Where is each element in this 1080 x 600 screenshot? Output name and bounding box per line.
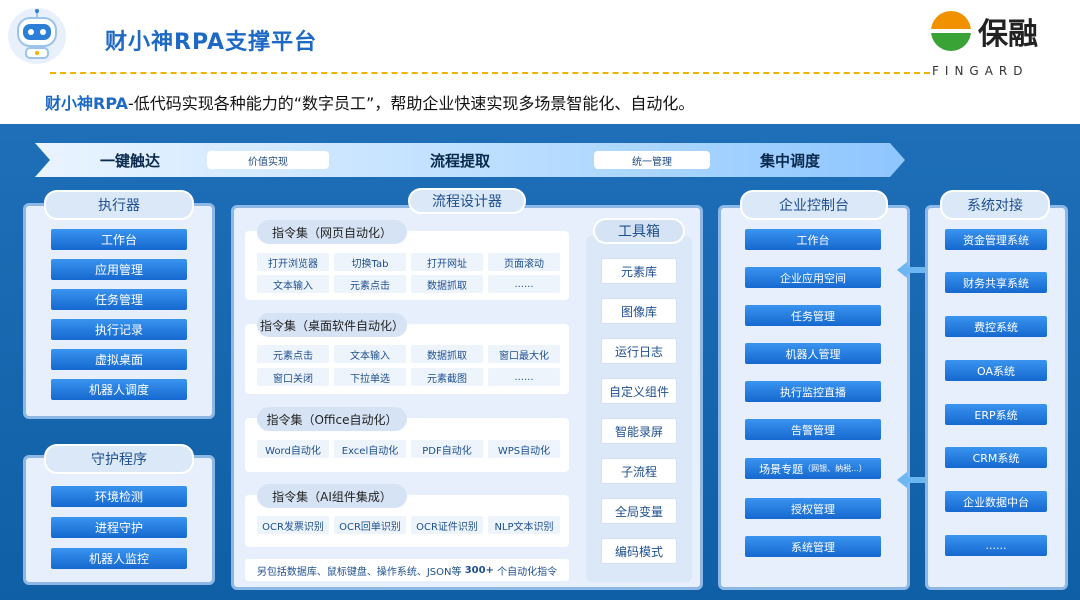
toolbox-item[interactable]: 子流程 (601, 458, 677, 484)
console-item[interactable]: 系统管理 (745, 536, 881, 557)
instruction-item[interactable]: 文本输入 (334, 345, 406, 363)
console-item[interactable]: 授权管理 (745, 498, 881, 519)
system-item[interactable]: ...... (945, 535, 1047, 556)
instruction-item[interactable]: ...... (488, 368, 560, 386)
brand-name-en: FINGARD (932, 64, 1029, 78)
subtitle-highlight: 财小神RPA (45, 94, 128, 113)
page-title: 财小神RPA支撑平台 (105, 30, 318, 55)
system-item[interactable]: 财务共享系统 (945, 272, 1047, 293)
group-header: 指令集（AI组件集成） (257, 484, 407, 508)
header-divider (50, 72, 930, 74)
fingard-logo-icon (930, 10, 972, 52)
toolbox-title: 工具箱 (593, 218, 685, 244)
connector-value: 价值实现 (207, 151, 329, 169)
executor-item[interactable]: 虚拟桌面 (51, 349, 187, 370)
console-item[interactable]: 告警管理 (745, 419, 881, 440)
instruction-item[interactable]: Excel自动化 (334, 440, 406, 458)
instruction-item[interactable]: 元素截图 (411, 368, 483, 386)
system-item[interactable]: ERP系统 (945, 404, 1047, 425)
console-item[interactable]: 工作台 (745, 229, 881, 250)
instruction-item[interactable]: 元素点击 (334, 275, 406, 293)
console-item[interactable]: 执行监控直播 (745, 381, 881, 402)
instruction-item[interactable]: OCR回单识别 (334, 516, 406, 534)
group-prefix: 指令集 (259, 318, 296, 333)
scene-label: 场景专题 (759, 462, 804, 476)
system-item[interactable]: OA系统 (945, 360, 1047, 381)
footer-text: 另包括数据库、鼠标键盘、操作系统、JSON等 (256, 566, 462, 578)
footer-suffix: 个自动化指令 (497, 566, 558, 578)
guardian-item[interactable]: 机器人监控 (51, 548, 187, 569)
toolbox-item[interactable]: 全局变量 (601, 498, 677, 524)
console-item[interactable]: 企业应用空间 (745, 267, 881, 288)
toolbox-item[interactable]: 运行日志 (601, 338, 677, 364)
instruction-item[interactable]: NLP文本识别 (488, 516, 560, 534)
toolbox-item[interactable]: 编码模式 (601, 538, 677, 564)
console-item[interactable]: 任务管理 (745, 305, 881, 326)
guardian-item[interactable]: 环境检测 (51, 486, 187, 507)
instruction-item[interactable]: Word自动化 (257, 440, 329, 458)
console-item[interactable]: 机器人管理 (745, 343, 881, 364)
toolbox-item[interactable]: 元素库 (601, 258, 677, 284)
scene-note: （网银、纳税...） (803, 464, 867, 473)
instruction-item[interactable]: OCR证件识别 (411, 516, 483, 534)
group-header: 指令集（网页自动化） (257, 220, 407, 244)
group-prefix: 指令集 (266, 412, 303, 427)
stage-process-extract: 流程提取 (429, 151, 490, 170)
group-header: 指令集（桌面软件自动化） (257, 313, 407, 337)
executor-item[interactable]: 应用管理 (51, 259, 187, 280)
console-item-scene[interactable]: 场景专题 （网银、纳税...） (745, 458, 881, 479)
group-title: 桌面软件自动化 (308, 318, 393, 333)
systems-panel (925, 205, 1068, 590)
guardian-title: 守护程序 (44, 444, 194, 474)
stage-central-dispatch: 集中调度 (759, 151, 820, 170)
robot-icon (6, 6, 68, 66)
executor-item[interactable]: 工作台 (51, 229, 187, 250)
executor-item[interactable]: 机器人调度 (51, 379, 187, 400)
instruction-item[interactable]: 切换Tab (334, 253, 406, 271)
group-title: 网页自动化 (320, 225, 381, 240)
system-item[interactable]: 资金管理系统 (945, 229, 1047, 250)
instruction-item[interactable]: 下拉单选 (334, 368, 406, 386)
instruction-item[interactable]: 打开网址 (411, 253, 483, 271)
instruction-item[interactable]: 数据抓取 (411, 345, 483, 363)
system-item[interactable]: 费控系统 (945, 316, 1047, 337)
instruction-item[interactable]: 元素点击 (257, 345, 329, 363)
toolbox-panel (586, 236, 692, 582)
executor-item[interactable]: 任务管理 (51, 289, 187, 310)
group-prefix: 指令集 (271, 225, 308, 240)
group-header: 指令集（Office自动化） (257, 407, 407, 431)
console-title: 企业控制台 (740, 190, 888, 220)
system-item[interactable]: CRM系统 (945, 447, 1047, 468)
instruction-item[interactable]: 文本输入 (257, 275, 329, 293)
group-prefix: 指令集 (272, 489, 309, 504)
executor-item[interactable]: 执行记录 (51, 319, 187, 340)
instruction-item[interactable]: ...... (488, 275, 560, 293)
toolbox-item[interactable]: 图像库 (601, 298, 677, 324)
connector-unified: 统一管理 (594, 151, 710, 169)
subtitle: 财小神RPA-低代码实现各种能力的“数字员工”，帮助企业快速实现多场景智能化、自… (45, 90, 694, 114)
designer-title: 流程设计器 (408, 188, 526, 214)
footer-count: 300+ (464, 564, 494, 576)
systems-title: 系统对接 (940, 190, 1050, 220)
executor-title: 执行器 (44, 190, 194, 220)
instruction-item[interactable]: 打开浏览器 (257, 253, 329, 271)
group-title: AI组件集成 (320, 489, 380, 504)
slide: 财小神RPA支撑平台 保融 FINGARD 财小神RPA-低代码实现各种能力的“… (0, 0, 1080, 600)
subtitle-text: -低代码实现各种能力的“数字员工”，帮助企业快速实现多场景智能化、自动化。 (127, 94, 695, 113)
instruction-item[interactable]: 数据抓取 (411, 275, 483, 293)
toolbox-item[interactable]: 自定义组件 (601, 378, 677, 404)
guardian-item[interactable]: 进程守护 (51, 517, 187, 538)
instruction-item[interactable]: PDF自动化 (411, 440, 483, 458)
brand-name-cn: 保融 (978, 17, 1038, 52)
instruction-item[interactable]: 窗口关闭 (257, 368, 329, 386)
instruction-item[interactable]: 页面滚动 (488, 253, 560, 271)
stage-one-touch: 一键触达 (99, 151, 160, 170)
instruction-item[interactable]: 窗口最大化 (488, 345, 560, 363)
designer-footer: 另包括数据库、鼠标键盘、操作系统、JSON等 300+ 个自动化指令 (245, 559, 569, 581)
instruction-item[interactable]: OCR发票识别 (257, 516, 329, 534)
instruction-item[interactable]: WPS自动化 (488, 440, 560, 458)
toolbox-item[interactable]: 智能录屏 (601, 418, 677, 444)
group-title: Office自动化 (314, 412, 386, 427)
system-item[interactable]: 企业数据中台 (945, 491, 1047, 512)
